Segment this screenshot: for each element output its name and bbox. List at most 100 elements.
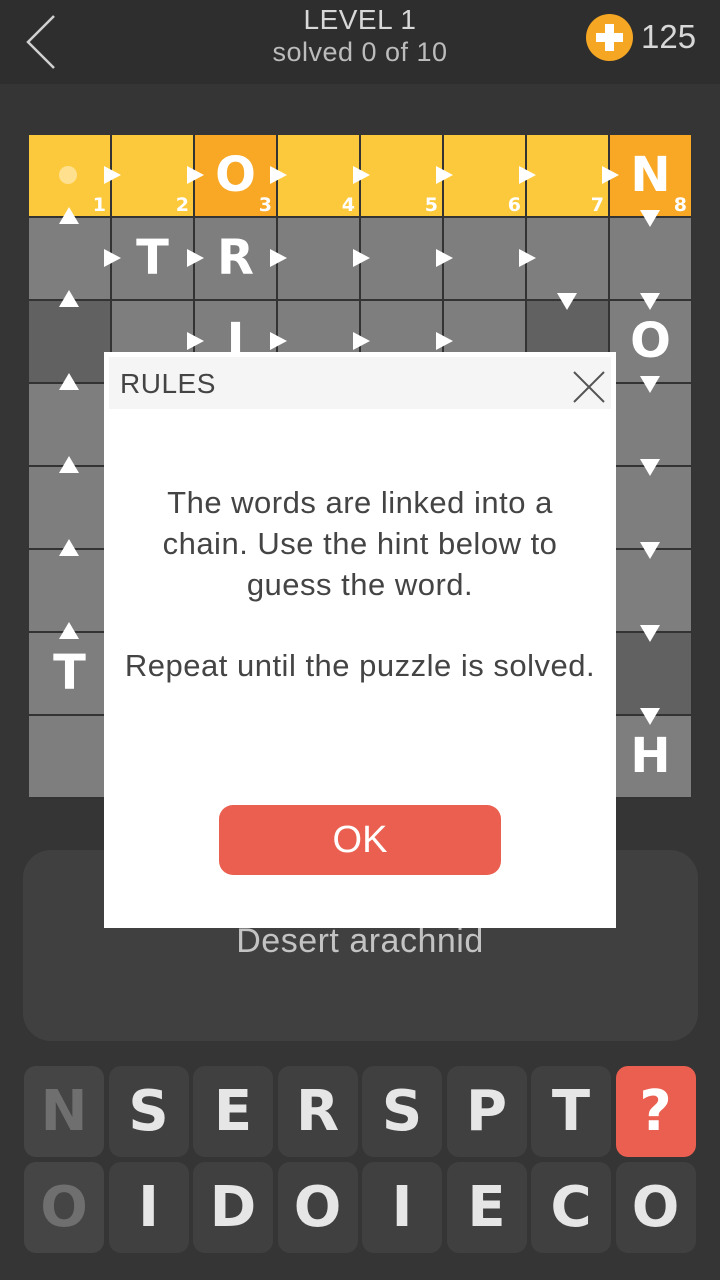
grid-cell[interactable]: [610, 218, 691, 299]
cell-number: 5: [424, 194, 438, 216]
grid-cell[interactable]: 7: [527, 135, 608, 216]
grid-cell[interactable]: [29, 218, 110, 299]
grid-cell[interactable]: O3: [195, 135, 276, 216]
arrow-right-icon: [187, 332, 204, 350]
arrow-right-icon: [519, 166, 536, 184]
cell-number: 4: [341, 194, 355, 216]
arrow-right-icon: [519, 249, 536, 267]
arrow-up-icon: [59, 373, 79, 390]
rules-text-1: The words are linked into a chain. Use t…: [162, 485, 558, 602]
close-icon: [573, 371, 605, 403]
arrow-right-icon: [602, 166, 619, 184]
header-bar: LEVEL 1 solved 0 of 10 125: [0, 0, 720, 84]
grid-cell[interactable]: [610, 384, 691, 465]
letter-key[interactable]: I: [108, 1162, 189, 1253]
grid-cell[interactable]: [278, 218, 359, 299]
cell-letter: T: [53, 645, 86, 701]
grid-cell[interactable]: [610, 550, 691, 631]
cell-number: 6: [507, 194, 521, 216]
arrow-down-icon: [557, 293, 577, 310]
letter-key[interactable]: R: [277, 1066, 358, 1157]
grid-cell[interactable]: O: [610, 301, 691, 382]
letter-key[interactable]: N: [24, 1066, 104, 1157]
arrow-right-icon: [436, 332, 453, 350]
ok-button[interactable]: OK: [219, 805, 501, 875]
letter-key[interactable]: E: [446, 1162, 527, 1253]
grid-cell[interactable]: H: [610, 716, 691, 797]
grid-cell[interactable]: [610, 467, 691, 548]
cell-letter: H: [630, 728, 671, 784]
rules-dialog: RULES The words are linked into a chain.…: [104, 352, 616, 928]
arrow-up-icon: [59, 622, 79, 639]
letter-key[interactable]: S: [108, 1066, 189, 1157]
cell-letter: N: [630, 147, 671, 203]
coin-balance: 125: [641, 18, 697, 55]
dialog-title: RULES: [120, 368, 216, 399]
grid-cell[interactable]: 6: [444, 135, 525, 216]
grid-cell[interactable]: [29, 716, 110, 797]
arrow-down-icon: [640, 210, 660, 227]
letter-key[interactable]: O: [24, 1162, 104, 1253]
arrow-down-icon: [640, 376, 660, 393]
arrow-right-icon: [353, 166, 370, 184]
cell-letter: O: [215, 147, 256, 203]
cell-number: 8: [673, 194, 687, 216]
grid-cell[interactable]: N8: [610, 135, 691, 216]
grid-cell[interactable]: R: [195, 218, 276, 299]
letter-key[interactable]: P: [446, 1066, 527, 1157]
dialog-header: RULES: [109, 357, 611, 409]
cell-letter: R: [217, 230, 254, 286]
grid-cell[interactable]: 2: [112, 135, 193, 216]
arrow-up-icon: [59, 456, 79, 473]
grid-cell[interactable]: [527, 218, 608, 299]
arrow-down-icon: [640, 708, 660, 725]
arrow-down-icon: [640, 293, 660, 310]
letter-key[interactable]: I: [362, 1162, 442, 1253]
arrow-up-icon: [59, 539, 79, 556]
grid-cell[interactable]: T: [29, 633, 110, 714]
game-screen: LEVEL 1 solved 0 of 10 125 12O34567N8TRI…: [0, 0, 720, 1280]
arrow-right-icon: [353, 249, 370, 267]
arrow-up-icon: [59, 290, 79, 307]
arrow-down-icon: [640, 625, 660, 642]
arrow-down-icon: [640, 459, 660, 476]
arrow-right-icon: [270, 166, 287, 184]
grid-cell[interactable]: [29, 467, 110, 548]
grid-cell[interactable]: 4: [278, 135, 359, 216]
arrow-right-icon: [104, 249, 121, 267]
letter-key[interactable]: T: [531, 1066, 611, 1157]
grid-cell[interactable]: [29, 550, 110, 631]
letter-key[interactable]: O: [615, 1162, 696, 1253]
cell-number: 2: [175, 194, 189, 216]
cell-number: 7: [590, 194, 604, 216]
cell-number: 3: [258, 194, 272, 216]
dialog-body: The words are linked into a chain. Use t…: [124, 482, 596, 686]
grid-cell[interactable]: [610, 633, 691, 714]
grid-cell[interactable]: [29, 384, 110, 465]
letter-key[interactable]: D: [193, 1162, 273, 1253]
cell-number: 1: [92, 194, 106, 216]
grid-cell[interactable]: [361, 218, 442, 299]
letter-key[interactable]: E: [193, 1066, 273, 1157]
letter-key[interactable]: S: [362, 1066, 442, 1157]
rules-text-2: Repeat until the puzzle is solved.: [124, 648, 596, 683]
cell-letter: O: [630, 313, 671, 369]
grid-cell[interactable]: T: [112, 218, 193, 299]
arrow-right-icon: [104, 166, 121, 184]
grid-cell[interactable]: 1: [29, 135, 110, 216]
arrow-up-icon: [59, 207, 79, 224]
arrow-right-icon: [436, 166, 453, 184]
cell-letter: T: [136, 230, 169, 286]
hint-button[interactable]: ?: [615, 1066, 696, 1157]
grid-cell[interactable]: [444, 218, 525, 299]
grid-cell[interactable]: 5: [361, 135, 442, 216]
plus-coin-icon[interactable]: [586, 14, 633, 61]
letter-key[interactable]: O: [277, 1162, 358, 1253]
arrow-right-icon: [187, 166, 204, 184]
close-button[interactable]: [573, 371, 605, 403]
start-dot-icon: [59, 166, 77, 184]
grid-cell[interactable]: [29, 301, 110, 382]
arrow-right-icon: [353, 332, 370, 350]
arrow-right-icon: [270, 249, 287, 267]
letter-key[interactable]: C: [531, 1162, 611, 1253]
